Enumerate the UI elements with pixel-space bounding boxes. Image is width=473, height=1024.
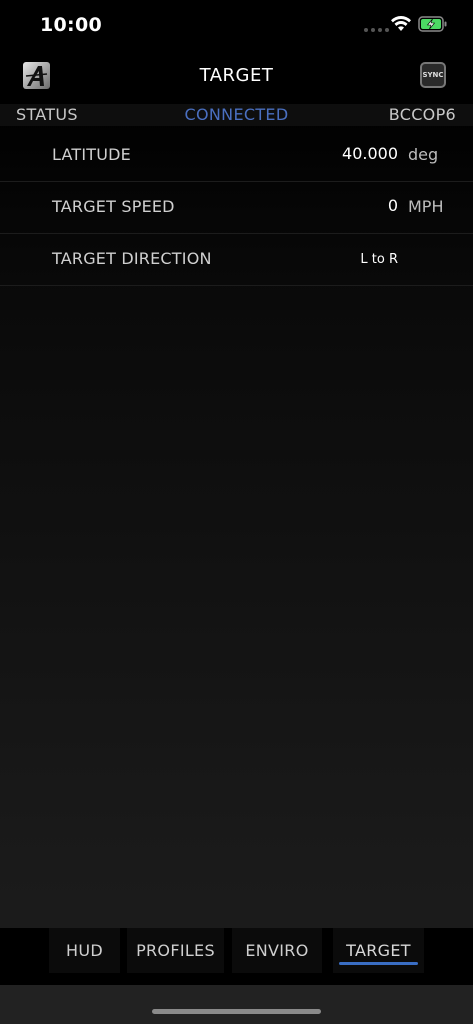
- setting-unit: MPH: [408, 197, 444, 216]
- wifi-icon: [391, 15, 411, 31]
- tab-bar: HUD PROFILES ENVIRO TARGET: [0, 928, 473, 985]
- tab-enviro[interactable]: ENVIRO: [232, 928, 322, 973]
- setting-value[interactable]: 0: [388, 196, 398, 215]
- device-name: BCCOP6: [388, 105, 456, 124]
- battery-charging-icon: [418, 16, 447, 32]
- setting-row-target-speed[interactable]: TARGET SPEED 0 MPH: [0, 182, 473, 234]
- connection-status-row: STATUS CONNECTED BCCOP6: [0, 104, 473, 126]
- target-settings-list: LATITUDE 40.000 deg TARGET SPEED 0 MPH T…: [0, 130, 473, 286]
- setting-label: TARGET SPEED: [52, 197, 175, 216]
- tab-hud[interactable]: HUD: [49, 928, 120, 973]
- setting-value[interactable]: 40.000: [342, 144, 398, 163]
- setting-label: LATITUDE: [52, 145, 131, 164]
- setting-value[interactable]: L to R: [360, 252, 398, 267]
- home-indicator-area: [0, 985, 473, 1024]
- setting-row-latitude[interactable]: LATITUDE 40.000 deg: [0, 130, 473, 182]
- page-title: TARGET: [199, 65, 274, 86]
- cellular-signal-icon: [364, 28, 389, 32]
- status-bar: 10:00: [0, 0, 473, 50]
- navigation-bar: TARGET SYNC: [0, 52, 473, 100]
- sync-button[interactable]: SYNC: [420, 62, 446, 88]
- app-screen: 10:00 TARGET SYNC STATUS CONNECTED BCCOP…: [0, 0, 473, 1024]
- status-time: 10:00: [40, 14, 102, 36]
- setting-label: TARGET DIRECTION: [52, 249, 212, 268]
- setting-row-target-direction[interactable]: TARGET DIRECTION L to R: [0, 234, 473, 286]
- active-tab-indicator: [339, 962, 418, 965]
- tab-target[interactable]: TARGET: [333, 928, 424, 973]
- tab-profiles[interactable]: PROFILES: [127, 928, 224, 973]
- setting-unit: deg: [408, 145, 439, 164]
- home-indicator[interactable]: [152, 1009, 321, 1014]
